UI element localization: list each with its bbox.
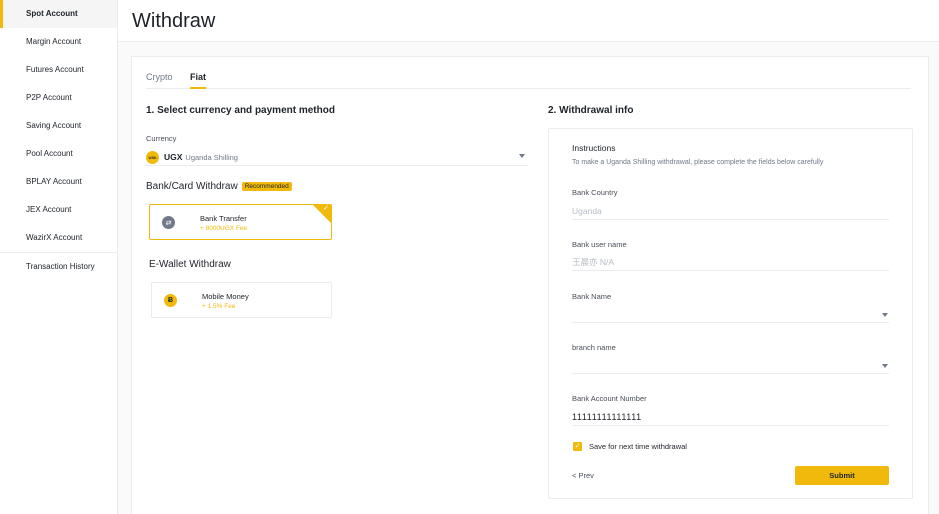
sidebar-item-jex-account[interactable]: JEX Account <box>0 196 117 224</box>
save-checkbox[interactable]: ✓ <box>573 442 582 451</box>
bank-account-number-label: Bank Account Number <box>572 394 647 403</box>
currency-label: Currency <box>146 134 177 143</box>
bank-account-number-field[interactable]: 11111111111111 <box>572 409 889 426</box>
chevron-down-icon <box>519 154 525 158</box>
mobile-money-icon: Ƀ <box>164 294 177 307</box>
bank-card-withdraw-title: Bank/Card Withdraw Recommended <box>146 181 292 192</box>
sidebar-item-p2p-account[interactable]: P2P Account <box>0 84 117 112</box>
sidebar-item-saving-account[interactable]: Saving Account <box>0 112 117 140</box>
currency-select[interactable]: USh UGX Uganda Shilling <box>146 149 528 166</box>
sidebar-item-futures-account[interactable]: Futures Account <box>0 56 117 84</box>
bank-transfer-option[interactable]: ⇄ Bank Transfer + 8000UGX Fee ✓ <box>149 204 332 240</box>
sidebar-item-margin-account[interactable]: Margin Account <box>0 28 117 56</box>
ewallet-withdraw-title: E-Wallet Withdraw <box>149 259 231 270</box>
withdrawal-info-panel: Instructions To make a Uganda Shilling w… <box>548 128 913 499</box>
page-header: Withdraw <box>118 0 939 42</box>
branch-name-select[interactable] <box>572 357 889 374</box>
sidebar-item-transaction-history[interactable]: Transaction History <box>0 252 117 280</box>
check-icon: ✓ <box>323 205 329 212</box>
bank-account-number-value: 11111111111111 <box>572 412 642 422</box>
branch-name-label: branch name <box>572 343 616 352</box>
bank-user-name-field[interactable]: 王晨亦 N/A <box>572 254 889 271</box>
sidebar-item-spot-account[interactable]: Spot Account <box>0 0 117 28</box>
mobile-money-name: Mobile Money <box>202 292 249 301</box>
instructions-text: To make a Uganda Shilling withdrawal, pl… <box>572 159 824 166</box>
prev-link[interactable]: < Prev <box>572 471 594 480</box>
recommended-badge: Recommended <box>241 182 292 191</box>
sidebar-item-wazirx-account[interactable]: WazirX Account <box>0 224 117 252</box>
bank-name-label: Bank Name <box>572 292 612 301</box>
currency-name: Uganda Shilling <box>185 152 238 162</box>
section-title-currency-method: 1. Select currency and payment method <box>146 105 335 116</box>
bank-country-label: Bank Country <box>572 188 618 197</box>
ugx-coin-icon: USh <box>146 150 159 164</box>
mobile-money-fee: + 1.5% Fee <box>202 303 236 310</box>
withdraw-card: Crypto Fiat 1. Select currency and payme… <box>131 56 929 514</box>
save-checkbox-label: Save for next time withdrawal <box>589 442 687 451</box>
bank-user-name-label: Bank user name <box>572 240 627 249</box>
page-title: Withdraw <box>132 10 216 32</box>
chevron-down-icon <box>882 313 888 317</box>
bank-transfer-icon: ⇄ <box>162 216 175 229</box>
currency-code: UGX <box>164 152 183 162</box>
bank-name-select[interactable] <box>572 306 889 323</box>
instructions-title: Instructions <box>572 143 616 153</box>
bank-transfer-fee: + 8000UGX Fee <box>200 225 248 232</box>
mobile-money-option[interactable]: Ƀ Mobile Money + 1.5% Fee <box>151 282 332 318</box>
bank-user-name-placeholder: 王晨亦 N/A <box>572 257 615 267</box>
bank-country-placeholder: Uganda <box>572 206 602 216</box>
tab-fiat[interactable]: Fiat <box>189 67 206 89</box>
bank-country-field[interactable]: Uganda <box>572 203 889 220</box>
tab-crypto[interactable]: Crypto <box>146 67 173 89</box>
bank-card-withdraw-label: Bank/Card Withdraw <box>146 181 238 192</box>
sidebar-item-bplay-account[interactable]: BPLAY Account <box>0 168 117 196</box>
bank-transfer-name: Bank Transfer <box>200 214 247 223</box>
submit-button[interactable]: Submit <box>795 466 889 485</box>
sidebar: Spot Account Margin Account Futures Acco… <box>0 0 118 514</box>
chevron-down-icon <box>882 364 888 368</box>
sidebar-item-pool-account[interactable]: Pool Account <box>0 140 117 168</box>
tab-bar: Crypto Fiat <box>146 67 911 89</box>
section-title-withdrawal-info: 2. Withdrawal info <box>548 105 634 116</box>
